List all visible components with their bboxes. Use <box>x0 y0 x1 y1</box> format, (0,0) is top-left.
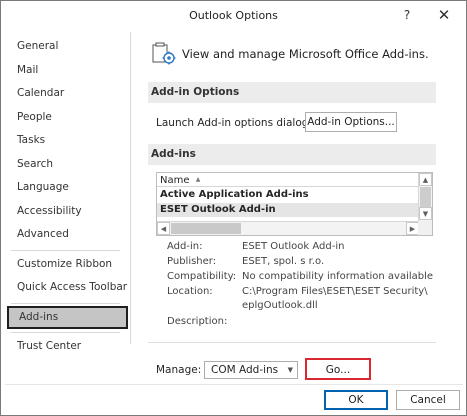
sidebar-divider <box>11 249 120 251</box>
options-sidebar: General Mail Calendar People Tasks Searc… <box>5 32 131 352</box>
list-horizontal-scrollbar[interactable]: ◀ ▶ <box>157 221 419 235</box>
go-button[interactable]: Go... <box>305 358 371 380</box>
manage-label: Manage: <box>156 364 202 376</box>
compatibility-value: No compatibility information available <box>242 271 434 282</box>
list-column-header[interactable]: Name ▲ <box>157 173 419 187</box>
sidebar-item-customize-ribbon[interactable]: Customize Ribbon <box>5 253 130 277</box>
compatibility-label: Compatibility: <box>167 271 237 282</box>
sidebar-item-calendar[interactable]: Calendar <box>5 82 130 106</box>
name-column-label: Name <box>160 175 190 186</box>
sort-ascending-icon: ▲ <box>195 176 201 183</box>
sidebar-item-people[interactable]: People <box>5 106 130 130</box>
scroll-left-icon[interactable]: ◀ <box>157 222 170 235</box>
add-ins-list[interactable]: Name ▲ Active Application Add-ins ESET O… <box>156 172 433 236</box>
outlook-options-dialog: Outlook Options ? ✕ General Mail Calenda… <box>0 0 467 416</box>
dropdown-arrow-icon: ▼ <box>287 366 293 374</box>
footer-divider <box>5 384 463 385</box>
add-in-options-button[interactable]: Add-in Options... <box>305 112 397 132</box>
manage-dropdown[interactable]: COM Add-ins ▼ <box>204 361 298 379</box>
list-group-active-addins: Active Application Add-ins <box>160 189 309 200</box>
sidebar-item-advanced[interactable]: Advanced <box>5 223 130 247</box>
list-vertical-scrollbar[interactable]: ▲ ▼ <box>418 173 432 221</box>
manage-dropdown-value: COM Add-ins <box>211 364 279 376</box>
sidebar-item-tasks[interactable]: Tasks <box>5 129 130 153</box>
location-value-line-1: C:\Program Files\ESET\ESET Security\ <box>242 286 428 297</box>
window-title: Outlook Options <box>189 9 278 22</box>
sidebar-divider <box>11 332 120 333</box>
horizontal-scroll-thumb[interactable] <box>171 223 241 234</box>
scroll-up-icon[interactable]: ▲ <box>419 173 432 186</box>
sidebar-divider <box>11 302 120 304</box>
add-ins-panel: View and manage Microsoft Office Add-ins… <box>142 32 460 382</box>
panel-header-text: View and manage Microsoft Office Add-ins… <box>182 47 429 61</box>
help-button[interactable]: ? <box>396 5 418 25</box>
sidebar-item-search[interactable]: Search <box>5 153 130 177</box>
sidebar-item-quick-access-toolbar[interactable]: Quick Access Toolbar <box>5 276 130 300</box>
manage-divider <box>148 342 436 343</box>
list-row-eset-outlook-addin[interactable]: ESET Outlook Add-in <box>157 203 419 217</box>
location-value-line-2: eplgOutlook.dll <box>242 300 318 311</box>
ok-button[interactable]: OK <box>324 390 388 410</box>
title-bar: Outlook Options ? ✕ <box>1 1 466 31</box>
sidebar-item-accessibility[interactable]: Accessibility <box>5 200 130 224</box>
addin-name-value: ESET Outlook Add-in <box>242 241 345 252</box>
add-ins-heading: Add-ins <box>148 144 436 165</box>
vertical-scroll-thumb[interactable] <box>420 187 431 207</box>
add-ins-gear-icon <box>152 42 176 65</box>
addin-name-label: Add-in: <box>167 241 203 252</box>
sidebar-item-add-ins[interactable]: Add-ins <box>7 305 128 329</box>
sidebar-item-mail[interactable]: Mail <box>5 59 130 83</box>
sidebar-item-language[interactable]: Language <box>5 176 130 200</box>
sidebar-item-general[interactable]: General <box>5 35 130 59</box>
publisher-label: Publisher: <box>167 256 217 267</box>
close-button[interactable]: ✕ <box>433 5 455 25</box>
add-in-options-heading: Add-in Options <box>148 82 436 103</box>
publisher-value: ESET, spol. s r.o. <box>242 256 325 267</box>
launch-options-label: Launch Add-in options dialog: <box>156 117 312 129</box>
description-label: Description: <box>167 316 228 327</box>
scroll-down-icon[interactable]: ▼ <box>419 207 432 220</box>
cancel-button[interactable]: Cancel <box>396 390 460 410</box>
sidebar-item-trust-center[interactable]: Trust Center <box>5 335 130 359</box>
scrollbar-corner <box>418 221 432 235</box>
location-label: Location: <box>167 286 213 297</box>
